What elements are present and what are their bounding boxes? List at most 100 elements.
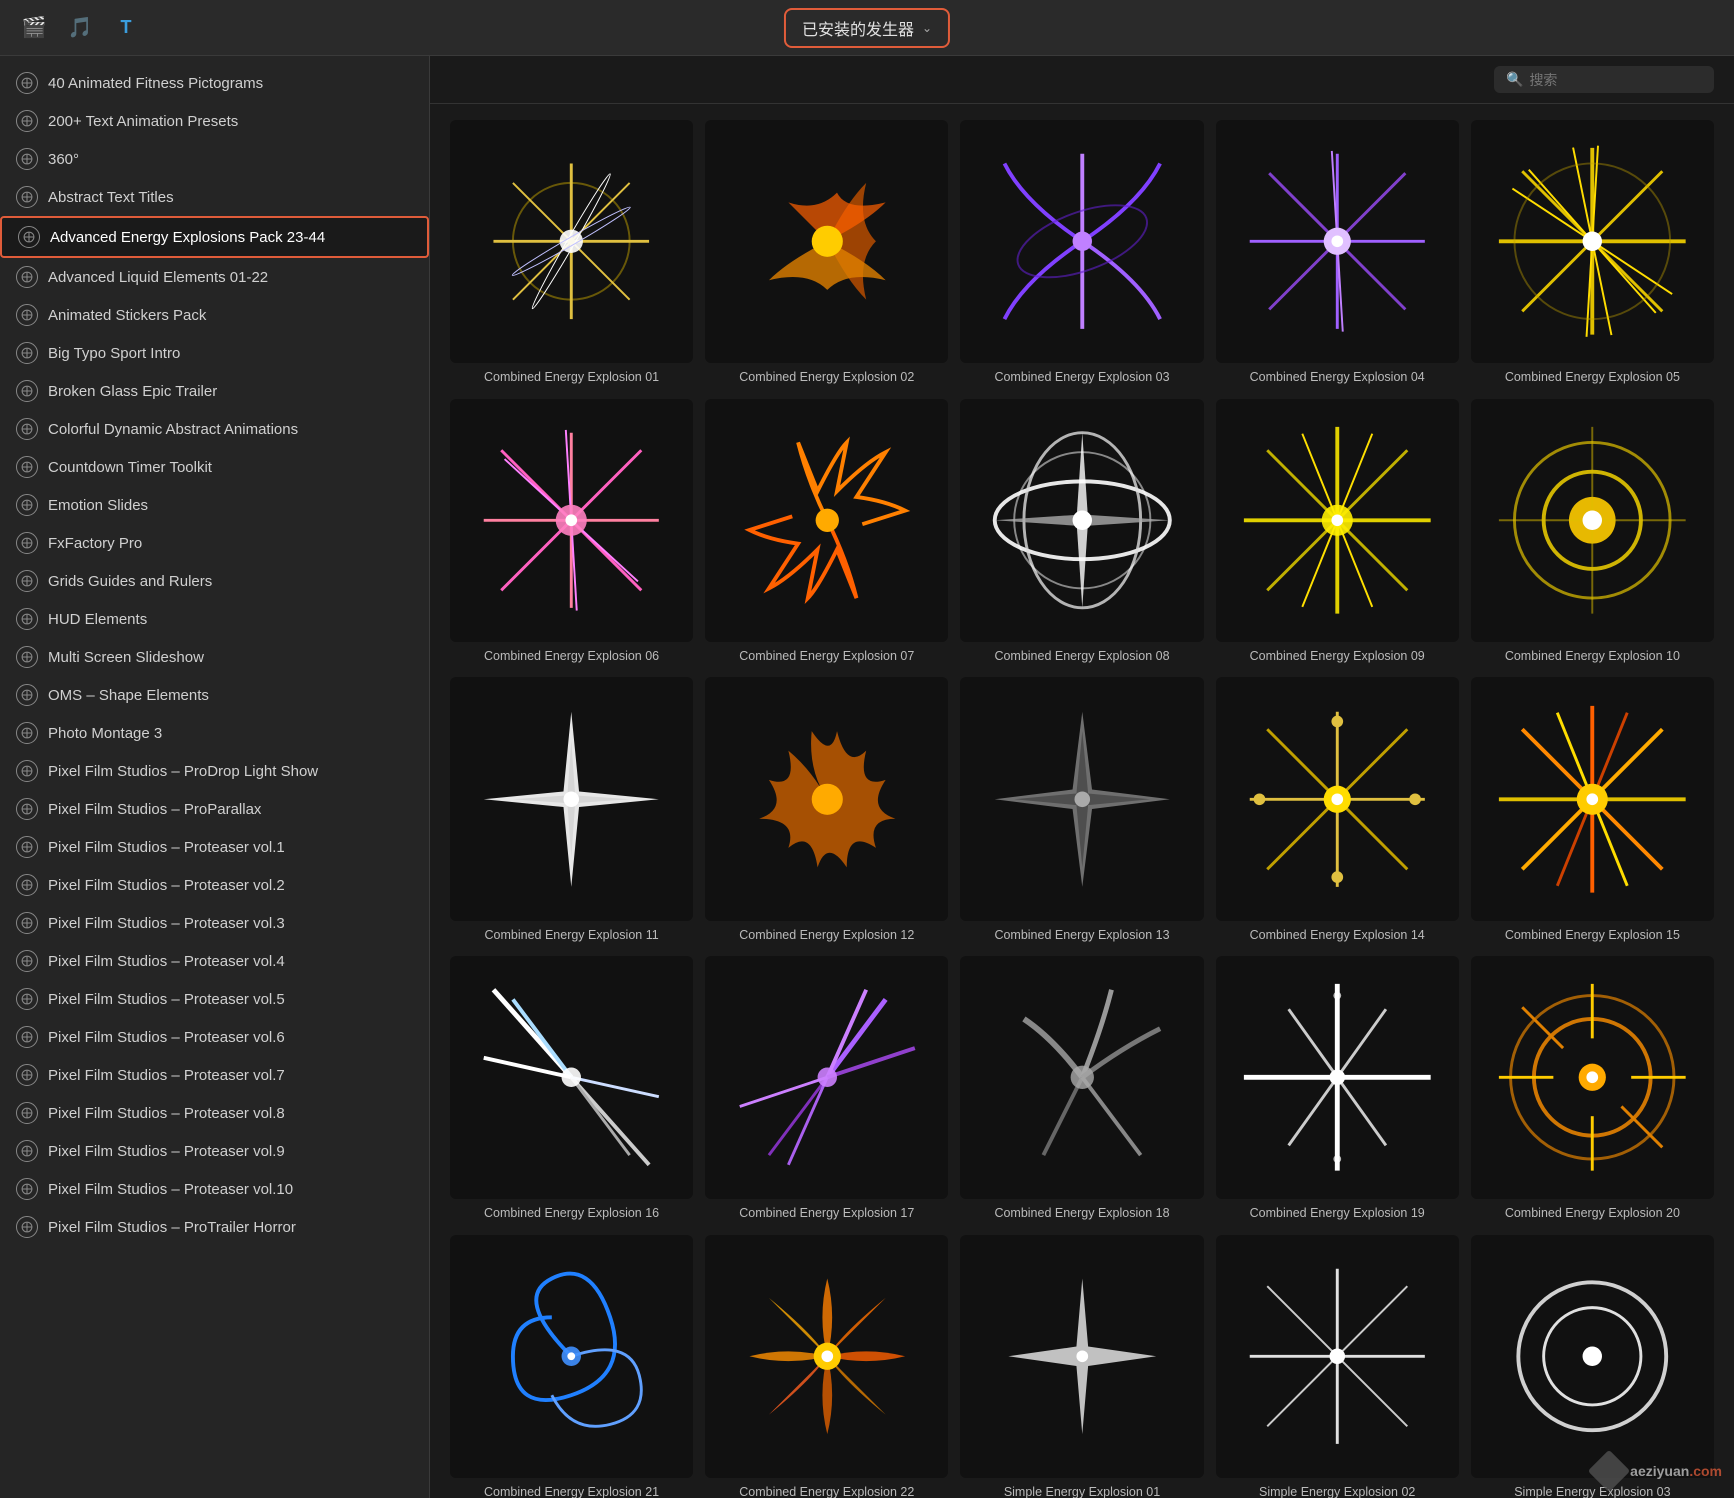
sidebar-item-23[interactable]: Pixel Film Studios – Proteaser vol.4: [0, 942, 429, 980]
sidebar-item-4[interactable]: Advanced Energy Explosions Pack 23-44: [0, 216, 429, 258]
sidebar-item-2[interactable]: 360°: [0, 140, 429, 178]
grid-item-3[interactable]: Combined Energy Explosion 04: [1216, 120, 1459, 387]
grid-item-4[interactable]: Combined Energy Explosion 05: [1471, 120, 1714, 387]
sidebar-item-25[interactable]: Pixel Film Studios – Proteaser vol.6: [0, 1018, 429, 1056]
sidebar-item-26[interactable]: Pixel Film Studios – Proteaser vol.7: [0, 1056, 429, 1094]
text-icon[interactable]: T: [112, 14, 140, 42]
grid-label-3: Combined Energy Explosion 04: [1250, 369, 1425, 387]
sidebar-item-label-5: Advanced Liquid Elements 01-22: [48, 269, 268, 286]
sidebar-item-icon-11: [16, 494, 38, 516]
sidebar-item-5[interactable]: Advanced Liquid Elements 01-22: [0, 258, 429, 296]
sidebar-item-icon-7: [16, 342, 38, 364]
grid-thumb-14: [1471, 677, 1714, 920]
sidebar-item-10[interactable]: Countdown Timer Toolkit: [0, 448, 429, 486]
sidebar-item-29[interactable]: Pixel Film Studios – Proteaser vol.10: [0, 1170, 429, 1208]
sidebar-item-label-24: Pixel Film Studios – Proteaser vol.5: [48, 991, 285, 1008]
sidebar-item-label-10: Countdown Timer Toolkit: [48, 459, 212, 476]
grid-thumb-6: [705, 399, 948, 642]
sidebar-item-8[interactable]: Broken Glass Epic Trailer: [0, 372, 429, 410]
grid-label-23: Simple Energy Explosion 02: [1259, 1484, 1415, 1498]
sidebar-item-20[interactable]: Pixel Film Studios – Proteaser vol.1: [0, 828, 429, 866]
sidebar-item-7[interactable]: Big Typo Sport Intro: [0, 334, 429, 372]
sidebar-item-icon-17: [16, 722, 38, 744]
grid-item-11[interactable]: Combined Energy Explosion 12: [705, 677, 948, 944]
grid-item-2[interactable]: Combined Energy Explosion 03: [960, 120, 1203, 387]
grid-label-18: Combined Energy Explosion 19: [1250, 1205, 1425, 1223]
sidebar-item-6[interactable]: Animated Stickers Pack: [0, 296, 429, 334]
sidebar-item-12[interactable]: FxFactory Pro: [0, 524, 429, 562]
sidebar-item-icon-27: [16, 1102, 38, 1124]
search-input-wrap[interactable]: 🔍: [1494, 66, 1714, 93]
grid-item-18[interactable]: Combined Energy Explosion 19: [1216, 956, 1459, 1223]
grid-thumb-1: [705, 120, 948, 363]
sidebar-item-icon-6: [16, 304, 38, 326]
sidebar-item-label-19: Pixel Film Studios – ProParallax: [48, 801, 261, 818]
grid-item-6[interactable]: Combined Energy Explosion 07: [705, 399, 948, 666]
grid-item-20[interactable]: Combined Energy Explosion 21: [450, 1235, 693, 1498]
sidebar-item-label-12: FxFactory Pro: [48, 535, 142, 552]
sidebar-item-icon-26: [16, 1064, 38, 1086]
sidebar-item-1[interactable]: 200+ Text Animation Presets: [0, 102, 429, 140]
grid-label-13: Combined Energy Explosion 14: [1250, 927, 1425, 945]
grid-label-5: Combined Energy Explosion 06: [484, 648, 659, 666]
grid-label-10: Combined Energy Explosion 11: [485, 927, 659, 945]
sidebar-item-30[interactable]: Pixel Film Studios – ProTrailer Horror: [0, 1208, 429, 1246]
sidebar-item-18[interactable]: Pixel Film Studios – ProDrop Light Show: [0, 752, 429, 790]
chevron-down-icon: ⌄: [922, 21, 932, 35]
sidebar-item-22[interactable]: Pixel Film Studios – Proteaser vol.3: [0, 904, 429, 942]
grid-item-13[interactable]: Combined Energy Explosion 14: [1216, 677, 1459, 944]
music-icon[interactable]: 🎵: [66, 14, 94, 42]
sidebar-item-21[interactable]: Pixel Film Studios – Proteaser vol.2: [0, 866, 429, 904]
grid-label-19: Combined Energy Explosion 20: [1505, 1205, 1680, 1223]
grid-item-10[interactable]: Combined Energy Explosion 11: [450, 677, 693, 944]
watermark: aeziyuan.com: [1594, 1456, 1722, 1486]
grid-item-0[interactable]: Combined Energy Explosion 01: [450, 120, 693, 387]
sidebar-item-11[interactable]: Emotion Slides: [0, 486, 429, 524]
sidebar-item-label-28: Pixel Film Studios – Proteaser vol.9: [48, 1143, 285, 1160]
sidebar-item-label-27: Pixel Film Studios – Proteaser vol.8: [48, 1105, 285, 1122]
grid-item-15[interactable]: Combined Energy Explosion 16: [450, 956, 693, 1223]
grid-label-0: Combined Energy Explosion 01: [484, 369, 659, 387]
grid-item-19[interactable]: Combined Energy Explosion 20: [1471, 956, 1714, 1223]
grid-item-9[interactable]: Combined Energy Explosion 10: [1471, 399, 1714, 666]
grid-item-14[interactable]: Combined Energy Explosion 15: [1471, 677, 1714, 944]
search-input[interactable]: [1529, 72, 1702, 88]
sidebar-item-9[interactable]: Colorful Dynamic Abstract Animations: [0, 410, 429, 448]
sidebar-item-13[interactable]: Grids Guides and Rulers: [0, 562, 429, 600]
sidebar-item-icon-5: [16, 266, 38, 288]
sidebar-item-label-20: Pixel Film Studios – Proteaser vol.1: [48, 839, 285, 856]
grid-item-17[interactable]: Combined Energy Explosion 18: [960, 956, 1203, 1223]
sidebar-item-icon-10: [16, 456, 38, 478]
sidebar-item-28[interactable]: Pixel Film Studios – Proteaser vol.9: [0, 1132, 429, 1170]
sidebar-item-3[interactable]: Abstract Text Titles: [0, 178, 429, 216]
film-icon[interactable]: 🎬: [20, 14, 48, 42]
sidebar-item-16[interactable]: OMS – Shape Elements: [0, 676, 429, 714]
sidebar-item-19[interactable]: Pixel Film Studios – ProParallax: [0, 790, 429, 828]
dropdown-button[interactable]: 已安装的发生器 ⌄: [784, 8, 950, 48]
sidebar-item-icon-9: [16, 418, 38, 440]
sidebar-item-label-2: 360°: [48, 151, 79, 168]
sidebar-item-17[interactable]: Photo Montage 3: [0, 714, 429, 752]
grid-item-22[interactable]: Simple Energy Explosion 01: [960, 1235, 1203, 1498]
watermark-diamond: [1588, 1450, 1630, 1492]
grid-item-1[interactable]: Combined Energy Explosion 02: [705, 120, 948, 387]
grid-thumb-0: [450, 120, 693, 363]
grid-item-21[interactable]: Combined Energy Explosion 22: [705, 1235, 948, 1498]
grid-label-15: Combined Energy Explosion 16: [484, 1205, 659, 1223]
grid-item-16[interactable]: Combined Energy Explosion 17: [705, 956, 948, 1223]
grid-item-7[interactable]: Combined Energy Explosion 08: [960, 399, 1203, 666]
grid-item-8[interactable]: Combined Energy Explosion 09: [1216, 399, 1459, 666]
search-bar: 🔍: [430, 56, 1734, 104]
grid-label-11: Combined Energy Explosion 12: [739, 927, 914, 945]
sidebar-item-label-26: Pixel Film Studios – Proteaser vol.7: [48, 1067, 285, 1084]
sidebar-item-14[interactable]: HUD Elements: [0, 600, 429, 638]
sidebar-item-27[interactable]: Pixel Film Studios – Proteaser vol.8: [0, 1094, 429, 1132]
grid-item-5[interactable]: Combined Energy Explosion 06: [450, 399, 693, 666]
grid-thumb-10: [450, 677, 693, 920]
sidebar-item-24[interactable]: Pixel Film Studios – Proteaser vol.5: [0, 980, 429, 1018]
sidebar-item-15[interactable]: Multi Screen Slideshow: [0, 638, 429, 676]
grid-item-12[interactable]: Combined Energy Explosion 13: [960, 677, 1203, 944]
sidebar-item-0[interactable]: 40 Animated Fitness Pictograms: [0, 64, 429, 102]
generator-dropdown[interactable]: 已安装的发生器 ⌄: [784, 8, 950, 48]
grid-item-23[interactable]: Simple Energy Explosion 02: [1216, 1235, 1459, 1498]
